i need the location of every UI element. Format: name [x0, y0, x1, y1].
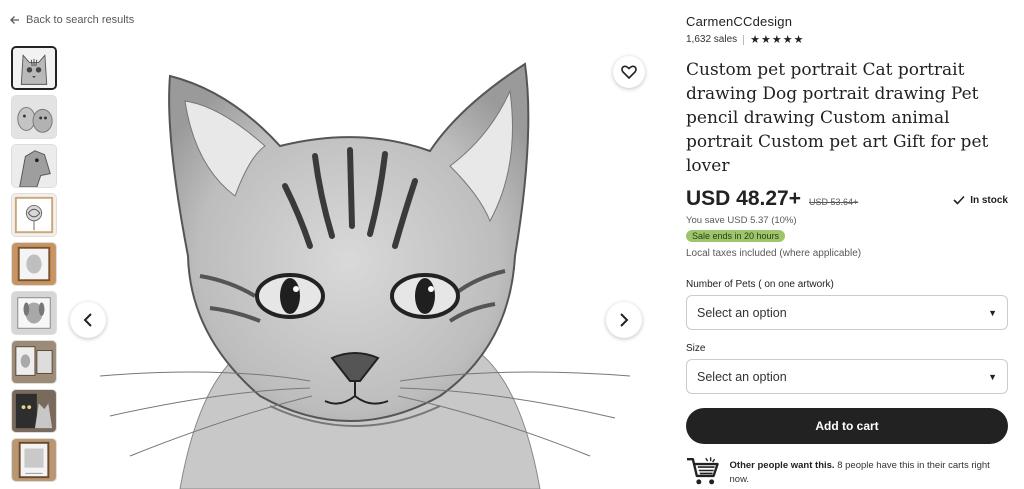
shop-name-link[interactable]: CarmenCCdesign [686, 14, 1008, 29]
size-option-value: Select an option [697, 369, 787, 384]
chevron-right-icon [620, 313, 629, 327]
cat-pencil-drawing [70, 46, 650, 489]
size-option-select[interactable]: Select an option ▼ [686, 359, 1008, 394]
thumbnail-horse[interactable] [11, 144, 57, 188]
star-rating[interactable]: ★★★★★ [750, 33, 804, 46]
savings-text: You save USD 5.37 (10%) [686, 215, 797, 226]
main-product-image [70, 46, 650, 489]
thumbnail-dog[interactable] [11, 291, 57, 335]
price-row: USD 48.27+ USD 53.64+ In stock [686, 187, 1008, 211]
social-proof-text: Other people want this. 8 people have th… [730, 456, 1008, 487]
chevron-left-icon [83, 313, 92, 327]
thumbnail-cat-portrait[interactable] [11, 46, 57, 90]
back-to-search-link[interactable]: Back to search results [10, 14, 134, 26]
thumbnail-framed-artwork[interactable] [11, 438, 57, 482]
thumbnail-rose[interactable] [11, 193, 57, 237]
social-proof-bold: Other people want this. [729, 460, 835, 471]
thumbnail-two-pets[interactable] [11, 95, 57, 139]
caret-down-icon: ▼ [988, 307, 997, 318]
pets-option-label: Number of Pets ( on one artwork) [686, 279, 834, 290]
thumbnail-framed-portrait[interactable] [11, 242, 57, 286]
tax-note: Local taxes included (where applicable) [686, 248, 862, 259]
shopping-cart-icon [686, 457, 719, 485]
product-details-panel: CarmenCCdesign 1,632 sales ★★★★★ Custom … [686, 14, 1008, 487]
thumbnail-shelf-portrait[interactable] [11, 340, 57, 384]
stock-status: In stock [953, 195, 1008, 206]
thumbnail-cat-photo[interactable] [11, 389, 57, 433]
sale-ends-badge: Sale ends in 20 hours [686, 230, 786, 242]
add-to-cart-button[interactable]: Add to cart [686, 408, 1008, 444]
stock-label: In stock [970, 194, 1008, 206]
pets-option-select[interactable]: Select an option ▼ [686, 295, 1008, 330]
divider [743, 34, 745, 45]
checkmark-icon [953, 195, 965, 205]
pets-option-value: Select an option [697, 305, 787, 320]
back-link-label: Back to search results [26, 14, 135, 26]
shop-stats: 1,632 sales ★★★★★ [686, 33, 1008, 46]
caret-down-icon: ▼ [988, 371, 997, 382]
original-price: USD 53.64+ [809, 197, 859, 207]
next-image-button[interactable] [606, 302, 642, 338]
size-option-label: Size [686, 343, 706, 354]
heart-icon [621, 65, 637, 79]
arrow-left-icon [10, 16, 19, 24]
current-price: USD 48.27+ [686, 187, 801, 210]
favorite-button[interactable] [613, 56, 645, 88]
social-proof: Other people want this. 8 people have th… [686, 456, 1008, 487]
previous-image-button[interactable] [70, 302, 106, 338]
thumbnail-gallery [11, 46, 57, 482]
sales-count: 1,632 sales [686, 34, 738, 45]
product-title: Custom pet portrait Cat portrait drawing… [686, 60, 989, 176]
